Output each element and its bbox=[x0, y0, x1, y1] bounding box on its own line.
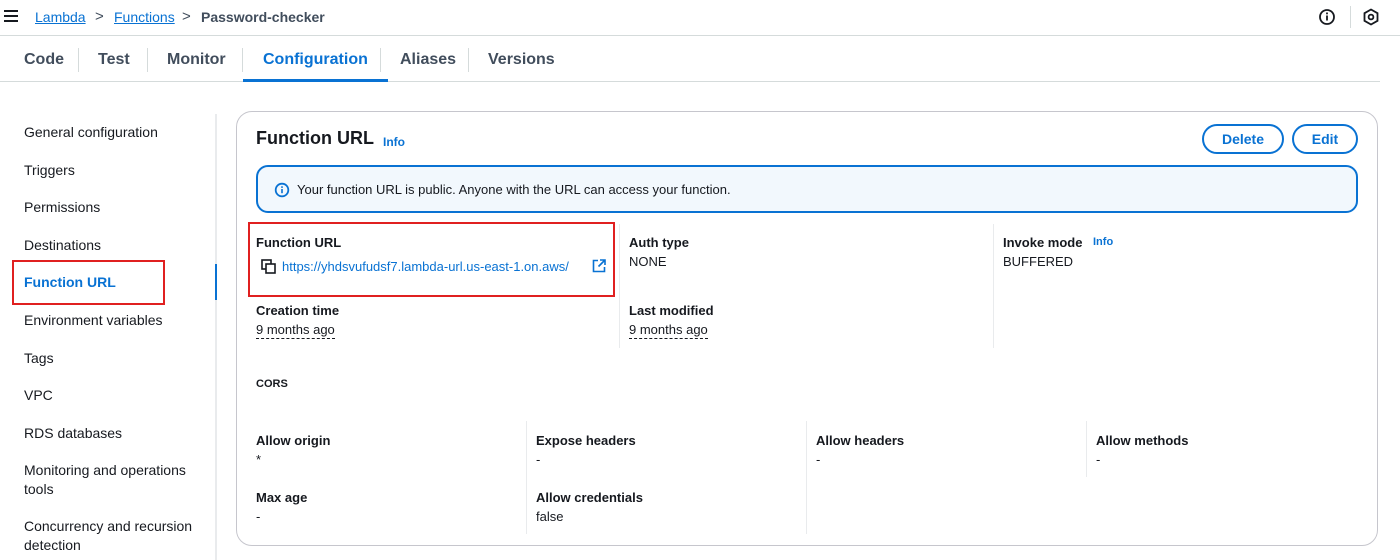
breadcrumb-lambda[interactable]: Lambda bbox=[35, 9, 86, 25]
info-icon bbox=[274, 182, 290, 198]
breadcrumb-functions[interactable]: Functions bbox=[114, 9, 175, 25]
allow-origin-label: Allow origin bbox=[256, 433, 331, 448]
top-bar: Lambda > Functions > Password-checker bbox=[0, 0, 1400, 36]
column-divider bbox=[619, 224, 620, 348]
auth-type-label: Auth type bbox=[629, 235, 689, 250]
auth-type-value: NONE bbox=[629, 254, 667, 269]
allow-credentials-label: Allow credentials bbox=[536, 490, 643, 505]
allow-methods-value: - bbox=[1096, 452, 1101, 467]
panel-info-link[interactable]: Info bbox=[383, 135, 405, 149]
allow-headers-value: - bbox=[816, 452, 821, 467]
cors-heading: CORS bbox=[256, 378, 288, 390]
allow-origin-value: * bbox=[256, 452, 262, 467]
nav-item-monitoring-and-operations-tools[interactable]: Monitoring and operations tools bbox=[24, 461, 204, 499]
tab-divider bbox=[468, 48, 469, 72]
nav-item-general-configuration[interactable]: General configuration bbox=[24, 123, 204, 142]
nav-item-environment-variables[interactable]: Environment variables bbox=[24, 311, 204, 330]
settings-hex-icon[interactable] bbox=[1362, 8, 1380, 26]
invoke-mode-value: BUFFERED bbox=[1003, 254, 1074, 269]
side-navigation-active-indicator bbox=[215, 264, 217, 300]
breadcrumb-current: Password-checker bbox=[201, 9, 325, 25]
nav-item-vpc[interactable]: VPC bbox=[24, 386, 204, 405]
highlight-box-nav bbox=[12, 260, 165, 305]
last-modified-label: Last modified bbox=[629, 303, 714, 318]
tab-aliases[interactable]: Aliases bbox=[400, 44, 456, 81]
expose-headers-label: Expose headers bbox=[536, 433, 636, 448]
nav-item-destinations[interactable]: Destinations bbox=[24, 236, 204, 255]
tab-divider bbox=[242, 48, 243, 72]
column-divider bbox=[1086, 421, 1087, 477]
edit-button[interactable]: Edit bbox=[1292, 124, 1358, 154]
breadcrumb-separator-icon: > bbox=[95, 8, 104, 25]
column-divider bbox=[526, 421, 527, 534]
last-modified-value[interactable]: 9 months ago bbox=[629, 322, 708, 339]
allow-headers-label: Allow headers bbox=[816, 433, 905, 448]
nav-item-permissions[interactable]: Permissions bbox=[24, 198, 204, 217]
tab-versions[interactable]: Versions bbox=[488, 44, 555, 81]
tab-divider bbox=[380, 48, 381, 72]
menu-icon[interactable] bbox=[4, 10, 18, 22]
nav-item-concurrency-and-recursion-detection[interactable]: Concurrency and recursion detection bbox=[24, 517, 204, 555]
top-bar-divider bbox=[1350, 6, 1351, 28]
creation-time-label: Creation time bbox=[256, 303, 340, 318]
info-circle-icon[interactable] bbox=[1318, 8, 1336, 26]
tab-bar: Code Test Monitor Configuration Aliases … bbox=[0, 44, 1380, 82]
allow-methods-label: Allow methods bbox=[1096, 433, 1189, 448]
tab-monitor[interactable]: Monitor bbox=[167, 44, 226, 81]
max-age-value: - bbox=[256, 509, 261, 524]
tab-test[interactable]: Test bbox=[98, 44, 130, 81]
invoke-mode-info-link[interactable]: Info bbox=[1093, 236, 1113, 248]
invoke-mode-label: Invoke mode bbox=[1003, 235, 1083, 250]
column-divider bbox=[806, 421, 807, 534]
public-url-alert: Your function URL is public. Anyone with… bbox=[256, 165, 1358, 213]
alert-message: Your function URL is public. Anyone with… bbox=[297, 182, 731, 197]
nav-item-triggers[interactable]: Triggers bbox=[24, 161, 204, 180]
highlight-box-url bbox=[248, 222, 615, 297]
tab-divider bbox=[147, 48, 148, 72]
max-age-label: Max age bbox=[256, 490, 308, 505]
nav-item-tags[interactable]: Tags bbox=[24, 349, 204, 368]
panel-title: Function URL bbox=[256, 128, 374, 148]
allow-credentials-value: false bbox=[536, 509, 564, 524]
tab-configuration[interactable]: Configuration bbox=[243, 44, 388, 82]
breadcrumb-separator-icon: > bbox=[182, 8, 191, 25]
tab-code[interactable]: Code bbox=[24, 44, 64, 81]
column-divider bbox=[993, 224, 994, 348]
delete-button[interactable]: Delete bbox=[1202, 124, 1284, 154]
side-navigation-border bbox=[215, 114, 217, 560]
tab-divider bbox=[78, 48, 79, 72]
creation-time-value[interactable]: 9 months ago bbox=[256, 322, 335, 339]
nav-item-rds-databases[interactable]: RDS databases bbox=[24, 424, 204, 443]
expose-headers-value: - bbox=[536, 452, 541, 467]
